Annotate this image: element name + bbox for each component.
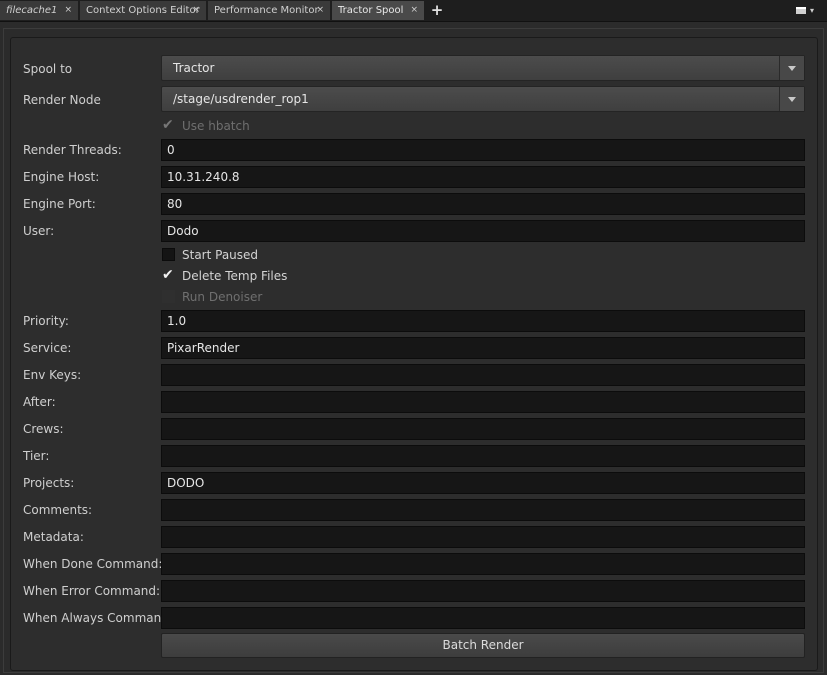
metadata-label: Metadata: [23, 530, 84, 544]
close-icon[interactable]: × [410, 1, 418, 20]
close-icon[interactable]: × [316, 1, 324, 20]
priority-label: Priority: [23, 314, 69, 328]
engine-port-field[interactable]: 80 [161, 193, 805, 215]
projects-label: Projects: [23, 476, 75, 490]
when-error-command-label: When Error Command: [23, 584, 161, 598]
env-keys-label: Env Keys: [23, 368, 82, 382]
batch-render-button[interactable]: Batch Render [161, 633, 805, 658]
start-paused-checkbox[interactable] [162, 248, 175, 261]
start-paused-label: Start Paused [182, 248, 259, 262]
spool-to-dropdown[interactable]: Tractor [161, 55, 805, 81]
render-node-label: Render Node [23, 93, 101, 107]
render-threads-label: Render Threads: [23, 143, 122, 157]
comments-label: Comments: [23, 503, 93, 517]
user-label: User: [23, 224, 55, 238]
chevron-down-icon[interactable] [779, 56, 804, 80]
close-icon[interactable]: × [192, 1, 200, 20]
user-field[interactable]: Dodo [161, 220, 805, 242]
comments-field[interactable] [161, 499, 805, 521]
delete-temp-files-checkbox[interactable]: ✔ [162, 268, 178, 284]
tab-context-options-editor[interactable]: Context Options Editor × [80, 1, 206, 20]
when-error-command-field[interactable] [161, 580, 805, 602]
tier-label: Tier: [23, 449, 50, 463]
tab-label: Context Options Editor [86, 5, 200, 16]
run-denoiser-label: Run Denoiser [182, 290, 263, 304]
tier-field[interactable] [161, 445, 805, 467]
use-hbatch-checkbox[interactable]: ✔ [162, 118, 178, 134]
priority-field[interactable]: 1.0 [161, 310, 805, 332]
env-keys-field[interactable] [161, 364, 805, 386]
spool-to-label: Spool to [23, 62, 73, 76]
tab-filecache1[interactable]: filecache1 × [0, 1, 78, 20]
tab-label: filecache1 [6, 5, 58, 16]
projects-field[interactable]: DODO [161, 472, 805, 494]
engine-host-field[interactable]: 10.31.240.8 [161, 166, 805, 188]
crews-label: Crews: [23, 422, 64, 436]
tab-tractor-spool[interactable]: Tractor Spool × [332, 1, 424, 20]
tab-performance-monitor[interactable]: Performance Monitor × [208, 1, 330, 20]
tab-bar: filecache1 × Context Options Editor × Pe… [0, 0, 827, 22]
use-hbatch-label: Use hbatch [182, 119, 250, 133]
run-denoiser-checkbox[interactable] [162, 290, 175, 303]
close-icon[interactable]: × [64, 1, 72, 20]
add-tab-button[interactable]: + [429, 0, 445, 21]
service-label: Service: [23, 341, 72, 355]
when-done-command-label: When Done Command: [23, 557, 163, 571]
pane-layout-icon[interactable] [796, 7, 806, 14]
delete-temp-files-label: Delete Temp Files [182, 269, 288, 283]
spool-to-value: Tractor [173, 61, 215, 75]
tab-label: Tractor Spool [338, 5, 404, 16]
after-field[interactable] [161, 391, 805, 413]
when-always-command-field[interactable] [161, 607, 805, 629]
metadata-field[interactable] [161, 526, 805, 548]
render-node-dropdown[interactable]: /stage/usdrender_rop1 [161, 86, 805, 112]
chevron-down-icon[interactable]: ▾ [810, 6, 814, 15]
tab-label: Performance Monitor [214, 5, 319, 16]
render-node-value: /stage/usdrender_rop1 [173, 92, 309, 106]
when-done-command-field[interactable] [161, 553, 805, 575]
render-threads-field[interactable]: 0 [161, 139, 805, 161]
chevron-down-icon[interactable] [779, 87, 804, 111]
engine-host-label: Engine Host: [23, 170, 100, 184]
engine-port-label: Engine Port: [23, 197, 96, 211]
service-field[interactable]: PixarRender [161, 337, 805, 359]
after-label: After: [23, 395, 56, 409]
when-always-command-label: When Always Command: [23, 611, 173, 625]
crews-field[interactable] [161, 418, 805, 440]
